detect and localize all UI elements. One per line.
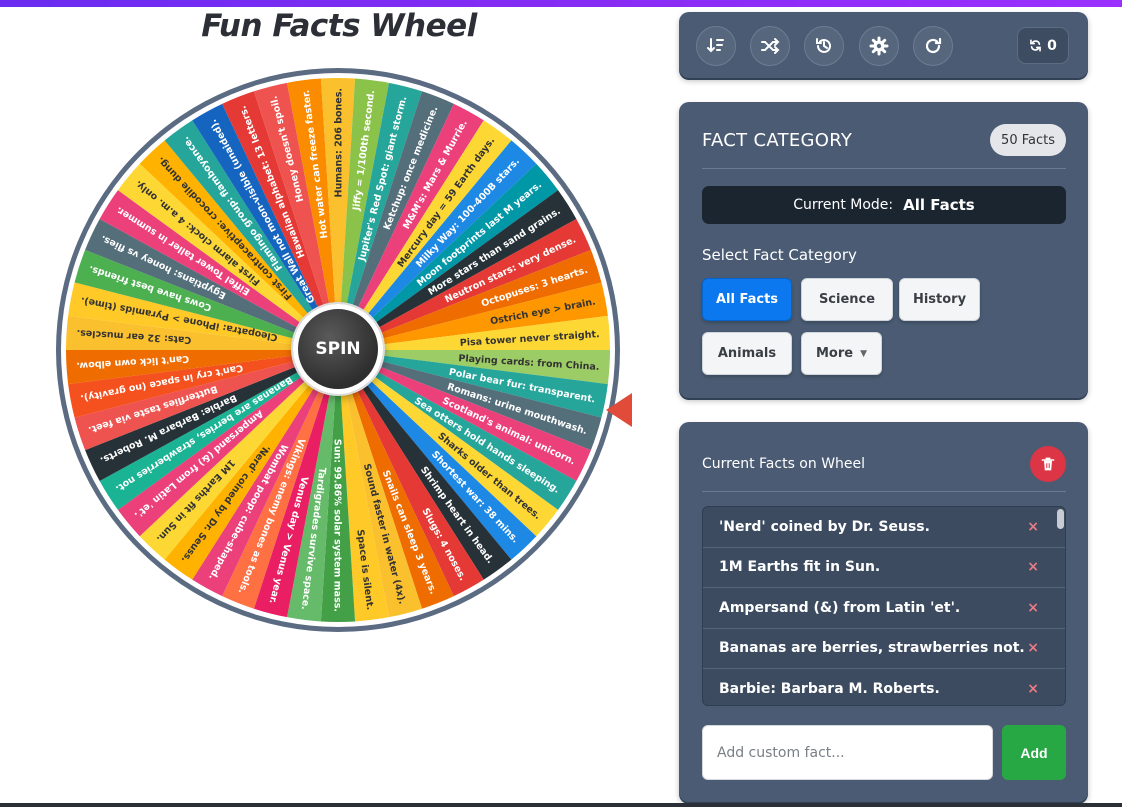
top-accent-bar xyxy=(0,0,1122,7)
wheel-segment-label: Humans: 206 bones. xyxy=(334,88,345,197)
history-icon xyxy=(816,38,831,53)
category-history-button[interactable]: History xyxy=(899,278,980,321)
trash-icon xyxy=(1041,457,1055,471)
category-panel: FACT CATEGORY 50 Facts Current Mode: All… xyxy=(679,102,1088,398)
remove-fact-button[interactable]: × xyxy=(1027,600,1039,616)
wheel-segment-label: Sun: 99.86% solar system mass. xyxy=(332,439,343,612)
fact-text: Barbie: Barbara M. Roberts. xyxy=(719,680,940,697)
remove-fact-button[interactable]: × xyxy=(1027,559,1039,575)
bottom-border xyxy=(0,803,1122,807)
chevron-down-icon: ▼ xyxy=(860,348,868,359)
clear-all-button[interactable] xyxy=(1030,446,1066,482)
current-mode-value: All Facts xyxy=(903,196,975,214)
remove-fact-button[interactable]: × xyxy=(1027,640,1039,656)
list-item: 1M Earths fit in Sun. × xyxy=(703,548,1065,588)
category-heading: FACT CATEGORY xyxy=(702,130,853,151)
list-item: 'Nerd' coined by Dr. Seuss. × xyxy=(703,507,1065,548)
spin-counter: 0 xyxy=(1017,27,1069,64)
category-more-dropdown[interactable]: More ▼ xyxy=(801,332,882,375)
gear-icon xyxy=(869,36,889,56)
select-category-label: Select Fact Category xyxy=(702,246,857,264)
divider xyxy=(702,491,1066,492)
list-scrollbar[interactable] xyxy=(1057,509,1064,529)
add-fact-button[interactable]: Add xyxy=(1002,725,1066,780)
shuffle-button[interactable] xyxy=(750,26,790,66)
current-mode-box: Current Mode: All Facts xyxy=(702,186,1066,224)
spin-count-value: 0 xyxy=(1047,37,1057,54)
list-item: Barbie: Barbara M. Roberts. × xyxy=(703,669,1065,705)
category-all-facts-button[interactable]: All Facts xyxy=(702,278,792,321)
divider xyxy=(702,168,1066,169)
list-item: Bananas are berries, strawberries not. × xyxy=(703,629,1065,669)
more-label: More xyxy=(815,346,854,361)
facts-list[interactable]: 'Nerd' coined by Dr. Seuss. × 1M Earths … xyxy=(702,506,1066,706)
page-title: Fun Facts Wheel xyxy=(201,8,477,44)
remove-fact-button[interactable]: × xyxy=(1027,519,1039,535)
remove-fact-button[interactable]: × xyxy=(1027,681,1039,697)
custom-fact-input[interactable] xyxy=(702,725,993,780)
settings-button[interactable] xyxy=(859,26,899,66)
fact-text: Ampersand (&) from Latin 'et'. xyxy=(719,599,961,616)
category-science-button[interactable]: Science xyxy=(801,278,893,321)
facts-panel: Current Facts on Wheel 'Nerd' coined by … xyxy=(679,422,1088,802)
wheel-pointer xyxy=(606,393,632,427)
sort-icon xyxy=(707,38,724,53)
facts-heading: Current Facts on Wheel xyxy=(702,456,866,472)
history-button[interactable] xyxy=(804,26,844,66)
sort-button[interactable] xyxy=(696,26,736,66)
fact-text: 1M Earths fit in Sun. xyxy=(719,559,881,576)
fact-text: Bananas are berries, strawberries not. xyxy=(719,640,1025,657)
fact-text: 'Nerd' coined by Dr. Seuss. xyxy=(719,518,930,535)
list-item: Ampersand (&) from Latin 'et'. × xyxy=(703,588,1065,629)
spin-button[interactable]: SPIN xyxy=(293,304,383,394)
current-mode-label: Current Mode: xyxy=(793,197,894,213)
facts-count-badge: 50 Facts xyxy=(990,124,1066,156)
sync-icon xyxy=(1030,39,1041,52)
shuffle-icon xyxy=(761,38,780,54)
category-animals-button[interactable]: Animals xyxy=(702,332,792,375)
reset-button[interactable] xyxy=(913,26,953,66)
toolbar-panel: 0 xyxy=(679,12,1088,78)
refresh-icon xyxy=(925,37,942,54)
